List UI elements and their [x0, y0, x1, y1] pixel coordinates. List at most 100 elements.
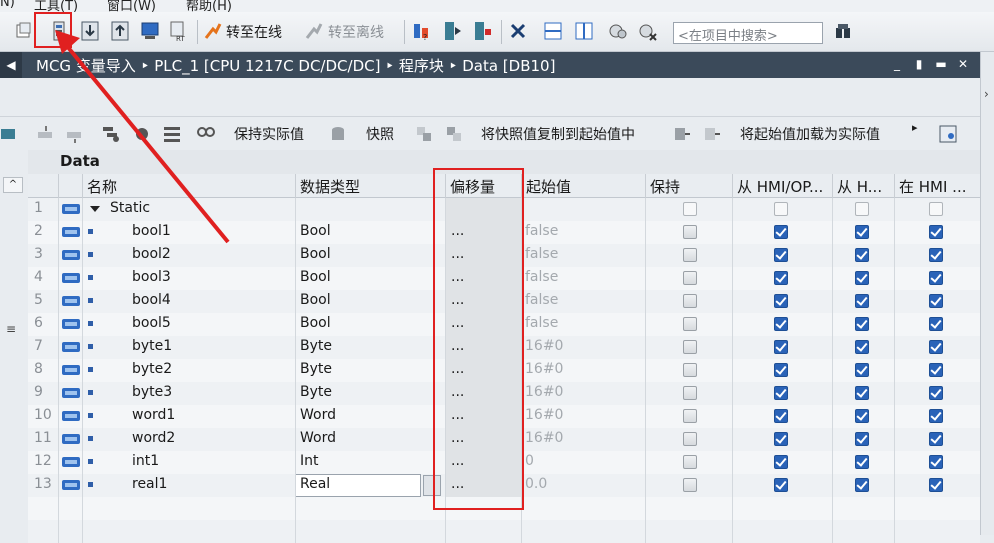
stop-cpu-icon[interactable]	[473, 20, 493, 42]
go-online-button[interactable]: 转至在线	[226, 22, 282, 42]
row-name[interactable]: bool5	[128, 313, 288, 336]
keep-actual-values-button[interactable]: 保持实际值	[234, 124, 304, 144]
hmi-accessible-checkbox[interactable]	[774, 455, 788, 469]
row-name[interactable]: byte2	[128, 359, 288, 382]
row-name[interactable]: bool4	[128, 290, 288, 313]
row-datatype[interactable]: Real	[296, 474, 416, 497]
retain-checkbox[interactable]	[683, 248, 697, 262]
load-start-icon[interactable]	[672, 124, 692, 144]
hmi-visible-checkbox[interactable]	[855, 386, 869, 400]
row-datatype[interactable]: Int	[296, 451, 416, 474]
menu-item-window[interactable]: 窗口(W)	[107, 0, 156, 12]
retain-checkbox[interactable]	[683, 271, 697, 285]
hmi-setpoint-checkbox[interactable]	[929, 248, 943, 262]
row-datatype[interactable]: Bool	[296, 267, 416, 290]
hmi-visible-checkbox[interactable]	[855, 363, 869, 377]
hmi-setpoint-checkbox[interactable]	[929, 225, 943, 239]
split-vertical-icon[interactable]	[574, 20, 594, 42]
retain-checkbox[interactable]	[683, 294, 697, 308]
row-datatype[interactable]: Bool	[296, 290, 416, 313]
close-icon[interactable]: ✕	[956, 57, 970, 71]
row-datatype[interactable]: Byte	[296, 336, 416, 359]
go-offline-icon[interactable]	[304, 20, 324, 42]
collapse-left-icon[interactable]: ◀	[0, 52, 22, 78]
hmi-accessible-checkbox[interactable]	[774, 409, 788, 423]
row-name[interactable]: Static	[106, 198, 286, 221]
retain-checkbox[interactable]	[683, 386, 697, 400]
row-name[interactable]: bool1	[128, 221, 288, 244]
hmi-setpoint-checkbox[interactable]	[929, 409, 943, 423]
hmi-setpoint-checkbox[interactable]	[929, 317, 943, 331]
float-icon[interactable]: ▮	[912, 57, 926, 71]
column-header-datatype[interactable]: 数据类型	[295, 174, 445, 198]
monitor-all-icon[interactable]	[608, 20, 628, 42]
row-start-value[interactable]: 16#0	[521, 359, 645, 382]
retain-checkbox[interactable]	[683, 455, 697, 469]
hmi-visible-checkbox[interactable]	[855, 248, 869, 262]
hmi-accessible-checkbox[interactable]	[774, 363, 788, 377]
stop-monitor-icon[interactable]	[638, 20, 658, 42]
row-datatype[interactable]: Bool	[296, 244, 416, 267]
project-search-input[interactable]: <在项目中搜索>	[673, 22, 823, 44]
hmi-accessible-checkbox[interactable]	[774, 294, 788, 308]
split-horizontal-icon[interactable]	[543, 20, 563, 42]
hmi-setpoint-checkbox[interactable]	[929, 294, 943, 308]
hmi-accessible-checkbox[interactable]	[774, 271, 788, 285]
monitor-icon[interactable]	[196, 124, 216, 144]
cross-reference-icon[interactable]	[508, 20, 528, 42]
collapse-all-icon[interactable]	[132, 124, 152, 144]
copy-to-start-icon[interactable]	[444, 124, 464, 144]
row-start-value[interactable]: 16#0	[521, 336, 645, 359]
hmi-setpoint-checkbox[interactable]	[929, 432, 943, 446]
splitter-handle-icon[interactable]: ≡	[6, 322, 16, 336]
row-name[interactable]: word1	[128, 405, 288, 428]
column-header-hmi-accessible[interactable]: 从 HMI/OP...	[732, 174, 832, 198]
row-start-value[interactable]	[521, 198, 645, 221]
runtime-icon[interactable]: RT	[168, 20, 188, 42]
row-datatype[interactable]: Word	[296, 428, 416, 451]
retain-checkbox[interactable]	[683, 363, 697, 377]
retain-checkbox[interactable]	[683, 202, 697, 216]
row-name[interactable]: bool3	[128, 267, 288, 290]
menu-item-help[interactable]: 帮助(H)	[186, 0, 232, 12]
hmi-visible-checkbox[interactable]	[855, 202, 869, 216]
row-datatype[interactable]: Byte	[296, 359, 416, 382]
search-icon[interactable]	[834, 20, 854, 42]
add-row-icon[interactable]	[36, 124, 56, 144]
expand-triangle-icon[interactable]	[90, 206, 100, 212]
row-start-value[interactable]: 0.0	[521, 474, 645, 497]
menu-item[interactable]: N)	[0, 0, 15, 10]
hmi-visible-checkbox[interactable]	[855, 340, 869, 354]
retain-checkbox[interactable]	[683, 409, 697, 423]
insert-row-below-icon[interactable]	[65, 124, 85, 144]
hmi-setpoint-checkbox[interactable]	[929, 386, 943, 400]
hmi-setpoint-checkbox[interactable]	[929, 363, 943, 377]
row-start-value[interactable]: false	[521, 221, 645, 244]
hmi-accessible-checkbox[interactable]	[774, 432, 788, 446]
hmi-setpoint-checkbox[interactable]	[929, 455, 943, 469]
hmi-visible-checkbox[interactable]	[855, 271, 869, 285]
simulation-icon[interactable]	[140, 20, 160, 42]
expand-all-icon[interactable]	[101, 124, 121, 144]
insert-row-icon[interactable]	[0, 124, 20, 144]
go-offline-button[interactable]: 转至离线	[328, 22, 384, 42]
hmi-accessible-checkbox[interactable]	[774, 478, 788, 492]
row-datatype[interactable]: Bool	[296, 221, 416, 244]
start-cpu-icon[interactable]	[443, 20, 463, 42]
row-start-value[interactable]: 16#0	[521, 428, 645, 451]
hmi-setpoint-checkbox[interactable]	[929, 202, 943, 216]
download-icon[interactable]	[80, 20, 100, 42]
minimize-icon[interactable]: _	[890, 57, 904, 71]
row-datatype[interactable]: Bool	[296, 313, 416, 336]
row-start-value[interactable]: false	[521, 290, 645, 313]
maximize-icon[interactable]: ▬	[934, 57, 948, 71]
go-online-icon[interactable]	[203, 20, 223, 42]
row-start-value[interactable]: 16#0	[521, 405, 645, 428]
retain-checkbox[interactable]	[683, 340, 697, 354]
column-header-name[interactable]: 名称	[82, 174, 295, 198]
hmi-setpoint-checkbox[interactable]	[929, 340, 943, 354]
user-settings-icon[interactable]	[938, 124, 958, 144]
hmi-visible-checkbox[interactable]	[855, 432, 869, 446]
row-name[interactable]: int1	[128, 451, 288, 474]
row-datatype[interactable]	[296, 198, 416, 221]
